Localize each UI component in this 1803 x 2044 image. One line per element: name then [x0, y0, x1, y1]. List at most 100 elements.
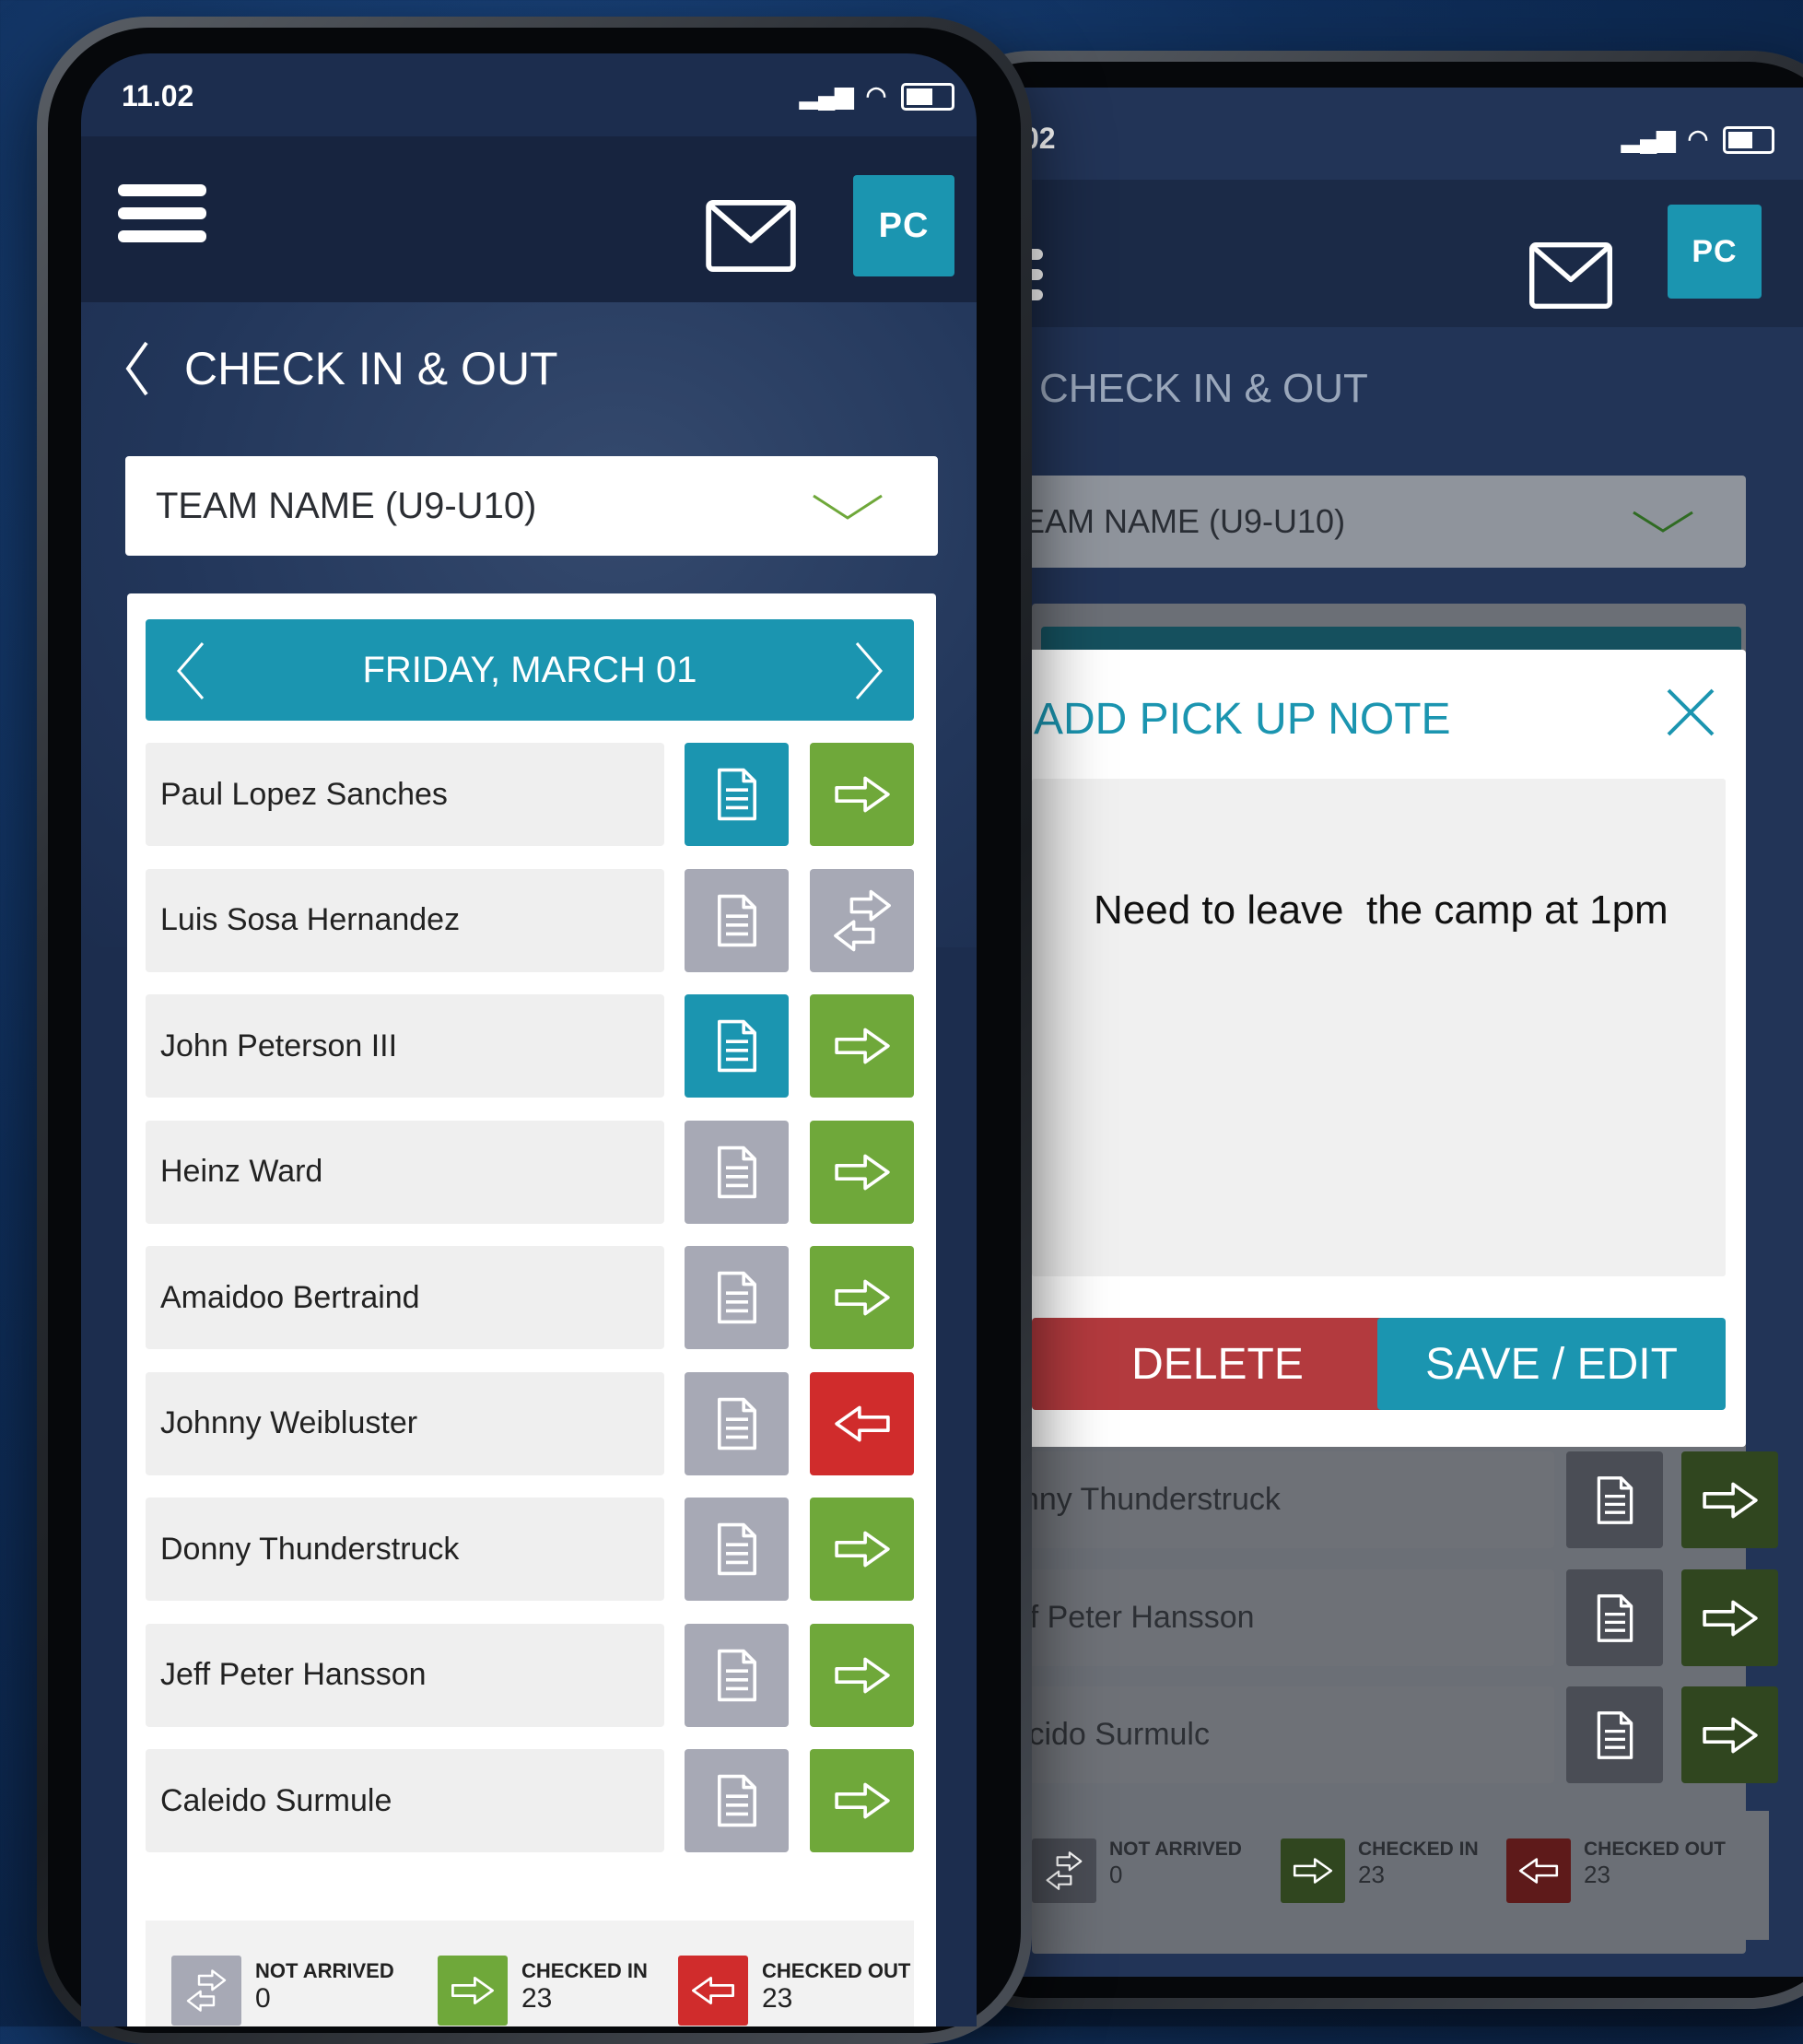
document-icon — [715, 1019, 759, 1073]
back-note-button[interactable] — [1566, 1451, 1663, 1548]
status-button[interactable] — [810, 1749, 914, 1852]
back-avatar[interactable]: PC — [1668, 205, 1762, 299]
document-icon — [715, 1649, 759, 1702]
signal-icon: ▂▄▆ — [800, 81, 854, 109]
back-row: alcido Surmulc — [977, 1686, 1778, 1783]
document-icon — [715, 894, 759, 947]
back-row: eff Peter Hansson — [977, 1569, 1778, 1666]
note-button[interactable] — [685, 994, 789, 1098]
note-text: Need to leave the camp at 1pm — [1094, 887, 1668, 933]
legend-checked-in-label: CHECKED IN — [521, 1959, 648, 1982]
status-button[interactable] — [810, 994, 914, 1098]
app-header: PC — [81, 136, 977, 302]
back-screen: 02 ▂▄▆ ◠ PC CHECK IN & OUT EAM NAME (U9-… — [977, 88, 1803, 1977]
attendance-card: FRIDAY, MARCH 01 Paul Lopez Sanches Luis … — [127, 593, 936, 2026]
status-button[interactable] — [810, 868, 914, 972]
status-button[interactable] — [810, 743, 914, 846]
status-button[interactable] — [810, 1623, 914, 1727]
player-name-cell: Donny Thunderstruck — [146, 1498, 664, 1601]
back-legend-checked-out-label: CHECKED OUT — [1584, 1838, 1727, 1860]
team-select[interactable]: TEAM NAME (U9-U10) — [125, 456, 938, 556]
back-player-name: onny Thunderstruck — [1004, 1482, 1281, 1517]
player-name: John Peterson III — [160, 1028, 398, 1063]
arrow-right-icon — [438, 1956, 508, 2026]
legend-checked-out: CHECKED OUT 23 — [678, 1956, 910, 2026]
swap-icon — [830, 888, 895, 953]
delete-button-label: DELETE — [1131, 1339, 1304, 1389]
hamburger-line — [118, 207, 206, 219]
player-row: Donny Thunderstruck — [146, 1498, 914, 1601]
avatar[interactable]: PC — [853, 175, 954, 276]
pickup-note-modal: ADD PICK UP NOTE Need to leave the camp … — [977, 650, 1746, 1447]
player-row: Johnny Weibluster — [146, 1371, 914, 1475]
back-header: PC — [977, 180, 1803, 327]
back-legend-checked-out-value: 23 — [1584, 1861, 1610, 1888]
mail-icon[interactable] — [706, 200, 796, 272]
player-name-cell: Jeff Peter Hansson — [146, 1623, 664, 1727]
player-row: Heinz Ward — [146, 1120, 914, 1224]
back-row-name: alcido Surmulc — [977, 1686, 1554, 1783]
back-note-button[interactable] — [1566, 1569, 1663, 1666]
swap-icon — [1032, 1838, 1096, 1903]
arrow-right-icon — [834, 1781, 891, 1820]
back-note-button[interactable] — [1566, 1686, 1663, 1783]
page-title: CHECK IN & OUT — [184, 343, 558, 394]
back-page-title: CHECK IN & OUT — [1039, 366, 1368, 411]
status-button[interactable] — [810, 1371, 914, 1475]
player-name-cell: Paul Lopez Sanches — [146, 743, 664, 846]
back-chevron-icon[interactable] — [123, 339, 150, 398]
menu-button[interactable] — [118, 184, 206, 242]
player-name-cell: Johnny Weibluster — [146, 1371, 664, 1475]
arrow-right-icon — [834, 1656, 891, 1695]
status-button[interactable] — [810, 1246, 914, 1349]
back-mail-icon[interactable] — [1529, 242, 1612, 309]
status-button[interactable] — [810, 1120, 914, 1224]
note-button[interactable] — [685, 743, 789, 846]
arrow-right-icon — [834, 1153, 891, 1192]
player-name: Jeff Peter Hansson — [160, 1657, 427, 1692]
document-icon — [715, 1774, 759, 1827]
player-row: Caleido Surmule — [146, 1749, 914, 1852]
player-name: Heinz Ward — [160, 1154, 323, 1189]
next-date-chevron-icon[interactable] — [853, 640, 886, 702]
back-status-button[interactable] — [1681, 1569, 1778, 1666]
team-select-value: TEAM NAME (U9-U10) — [156, 485, 537, 526]
legend-not-arrived-value: 0 — [255, 1983, 271, 2014]
back-status-button[interactable] — [1681, 1686, 1778, 1783]
note-button[interactable] — [685, 1246, 789, 1349]
back-row: onny Thunderstruck — [977, 1451, 1778, 1548]
document-icon — [715, 1145, 759, 1199]
back-status-icons: ▂▄▆ ◠ — [1622, 124, 1774, 155]
back-legend-checked-in-value: 23 — [1358, 1861, 1385, 1888]
legend-checked-out-label: CHECKED OUT — [762, 1959, 911, 1982]
player-list: Paul Lopez Sanches Luis Sosa Hernandez Joh… — [146, 743, 914, 1899]
status-icons: ▂▄▆ ◠ — [800, 81, 954, 112]
delete-button[interactable]: DELETE — [1032, 1318, 1403, 1410]
note-button[interactable] — [685, 1371, 789, 1475]
hamburger-line — [118, 230, 206, 242]
player-row: John Peterson III — [146, 994, 914, 1098]
player-name-cell: Luis Sosa Hernandez — [146, 868, 664, 972]
note-button[interactable] — [685, 1749, 789, 1852]
save-edit-button[interactable]: SAVE / EDIT — [1377, 1318, 1726, 1410]
player-name-cell: Caleido Surmule — [146, 1749, 664, 1852]
back-status-button[interactable] — [1681, 1451, 1778, 1548]
date-navigator: FRIDAY, MARCH 01 — [146, 619, 914, 721]
note-button[interactable] — [685, 1498, 789, 1601]
note-button[interactable] — [685, 1623, 789, 1727]
player-name: Johnny Weibluster — [160, 1405, 418, 1440]
note-button[interactable] — [685, 868, 789, 972]
back-team-select[interactable]: EAM NAME (U9-U10) — [995, 476, 1746, 568]
note-button[interactable] — [685, 1120, 789, 1224]
player-name-cell: John Peterson III — [146, 994, 664, 1098]
status-button[interactable] — [810, 1498, 914, 1601]
back-legend: NOT ARRIVED 0 CHECKED IN 23 CHECKED OUT 23 — [1032, 1811, 1769, 1940]
back-legend-checked-out: CHECKED OUT 23 — [1506, 1838, 1726, 1903]
document-icon — [715, 1522, 759, 1576]
modal-title: ADD PICK UP NOTE — [1034, 695, 1451, 744]
close-icon[interactable] — [1663, 685, 1718, 740]
prev-date-chevron-icon[interactable] — [173, 640, 206, 702]
player-name: Amaidoo Bertraind — [160, 1279, 420, 1315]
note-textarea[interactable]: Need to leave the camp at 1pm — [1032, 779, 1726, 1276]
legend-checked-in: CHECKED IN 23 — [438, 1956, 648, 2026]
